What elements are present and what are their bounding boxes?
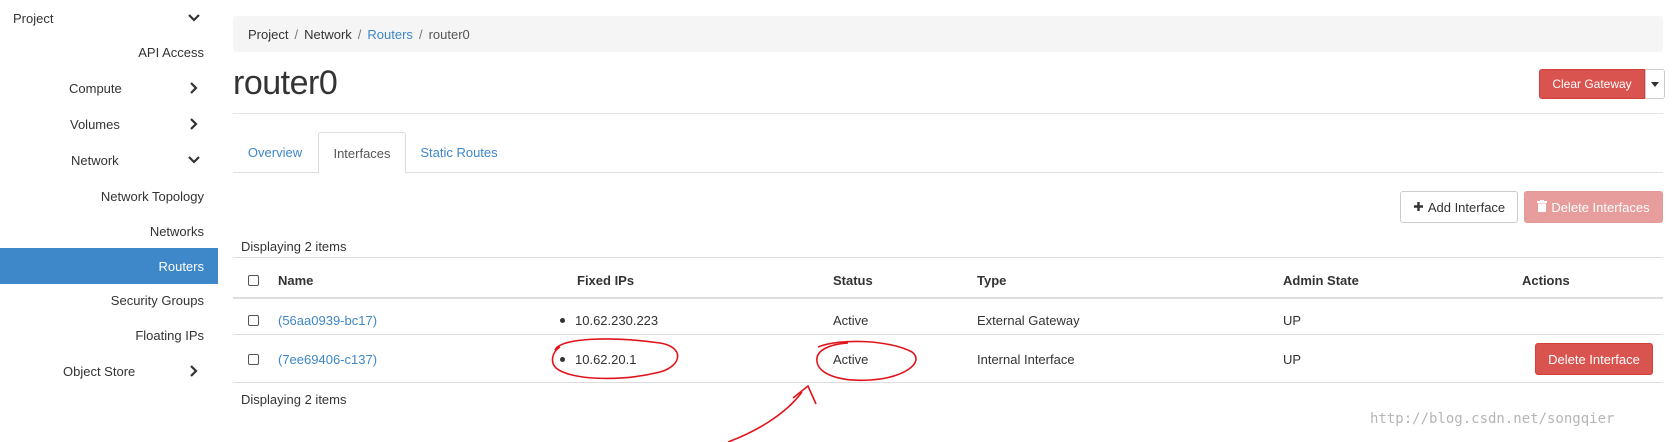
sidebar-item-label: Network <box>71 152 119 168</box>
row-checkbox[interactable] <box>248 354 259 365</box>
column-header-fixed-ips[interactable]: Fixed IPs <box>577 273 634 288</box>
sidebar-item-label: Object Store <box>63 363 136 379</box>
breadcrumb-separator: / <box>357 26 362 42</box>
page-title: router0 <box>233 64 338 102</box>
sidebar-item-volumes[interactable]: Volumes <box>0 106 218 142</box>
admin-state-cell: UP <box>1283 313 1302 328</box>
breadcrumb-separator: / <box>418 26 423 42</box>
column-header-admin-state[interactable]: Admin State <box>1283 273 1359 288</box>
fixed-ip: 10.62.20.1 <box>560 352 636 367</box>
column-header-status[interactable]: Status <box>833 273 873 288</box>
breadcrumb-project[interactable]: Project <box>248 27 288 42</box>
bullet <box>560 318 565 324</box>
type-cell: External Gateway <box>977 313 1080 328</box>
sidebar: Project API Access Compute Volumes Netwo… <box>0 0 218 442</box>
sidebar-item-label: Compute <box>69 80 122 96</box>
row-checkbox[interactable] <box>248 315 259 326</box>
watermark: http://blog.csdn.net/songqier <box>1370 411 1615 427</box>
sidebar-item-label: Security Groups <box>110 292 204 308</box>
sidebar-item-network-topology[interactable]: Network Topology <box>0 178 218 214</box>
sidebar-item-label: Volumes <box>70 116 120 132</box>
display-count-bottom: Displaying 2 items <box>241 392 347 407</box>
table-header-border <box>233 297 1663 299</box>
column-header-type[interactable]: Type <box>977 273 1006 288</box>
divider <box>233 113 1663 114</box>
sidebar-item-label: Network Topology <box>100 188 204 204</box>
delete-interfaces-label: Delete Interfaces <box>1551 199 1650 215</box>
admin-state-cell: UP <box>1283 352 1302 367</box>
sidebar-item-label: Routers <box>158 258 204 274</box>
select-all-checkbox[interactable] <box>248 275 259 286</box>
display-count-top: Displaying 2 items <box>241 239 347 254</box>
breadcrumb-separator: / <box>294 26 299 42</box>
column-header-name[interactable]: Name <box>278 273 313 288</box>
sidebar-item-api-access[interactable]: API Access <box>0 34 218 70</box>
sidebar-item-routers[interactable]: Routers <box>0 248 218 284</box>
tab-static-routes[interactable]: Static Routes <box>407 132 511 173</box>
sidebar-item-label: Networks <box>149 223 204 239</box>
add-interface-button[interactable]: Add Interface <box>1400 191 1518 223</box>
add-interface-label: Add Interface <box>1427 199 1506 215</box>
sidebar-item-security-groups[interactable]: Security Groups <box>0 282 218 318</box>
status-cell: Active <box>833 352 869 367</box>
column-header-actions: Actions <box>1522 273 1570 288</box>
interface-name-link[interactable]: (56aa0939-bc17) <box>278 313 377 328</box>
sidebar-item-label: API Access <box>138 44 204 60</box>
sidebar-item-label: Floating IPs <box>135 327 204 343</box>
chevron-right-icon <box>184 114 204 134</box>
sidebar-item-floating-ips[interactable]: Floating IPs <box>0 317 218 353</box>
sidebar-item-network[interactable]: Network <box>0 142 218 178</box>
chevron-right-icon <box>184 361 204 381</box>
row-divider <box>233 334 1663 335</box>
breadcrumb: Project / Network / Routers / router0 <box>233 16 1663 52</box>
sidebar-item-networks[interactable]: Networks <box>0 213 218 249</box>
tab-overview[interactable]: Overview <box>233 132 317 173</box>
chevron-right-icon <box>184 78 204 98</box>
chevron-down-icon <box>184 150 204 170</box>
sidebar-item-label: Project <box>13 10 54 26</box>
table-border <box>233 382 1663 383</box>
clear-gateway-button[interactable]: Clear Gateway <box>1539 69 1645 99</box>
sidebar-item-compute[interactable]: Compute <box>0 70 218 106</box>
delete-interfaces-button[interactable]: Delete Interfaces <box>1524 191 1663 223</box>
tab-interfaces[interactable]: Interfaces <box>318 132 406 174</box>
fixed-ip: 10.62.230.223 <box>560 313 658 328</box>
breadcrumb-network[interactable]: Network <box>304 27 352 42</box>
bullet <box>560 357 565 363</box>
type-cell: Internal Interface <box>977 352 1075 367</box>
plus-icon <box>1413 200 1424 215</box>
annotation-arrowhead <box>792 384 817 405</box>
chevron-down-icon <box>184 8 204 28</box>
fixed-ip-value: 10.62.20.1 <box>575 352 637 367</box>
sidebar-item-object-store[interactable]: Object Store <box>0 353 218 389</box>
annotation-arrow <box>727 391 803 442</box>
status-cell: Active <box>833 313 869 328</box>
breadcrumb-routers-link[interactable]: Routers <box>367 27 413 42</box>
trash-icon <box>1537 199 1548 215</box>
table-border <box>233 257 1663 258</box>
fixed-ip-value: 10.62.230.223 <box>575 313 659 328</box>
delete-interface-button[interactable]: Delete Interface <box>1535 343 1653 375</box>
actions-dropdown-toggle[interactable] <box>1645 69 1665 99</box>
interface-name-link[interactable]: (7ee69406-c137) <box>278 352 377 367</box>
caret-down-icon <box>1651 81 1659 87</box>
breadcrumb-current: router0 <box>428 26 470 42</box>
tab-bar: Overview Interfaces Static Routes <box>233 132 1663 174</box>
sidebar-item-project[interactable]: Project <box>0 0 218 36</box>
